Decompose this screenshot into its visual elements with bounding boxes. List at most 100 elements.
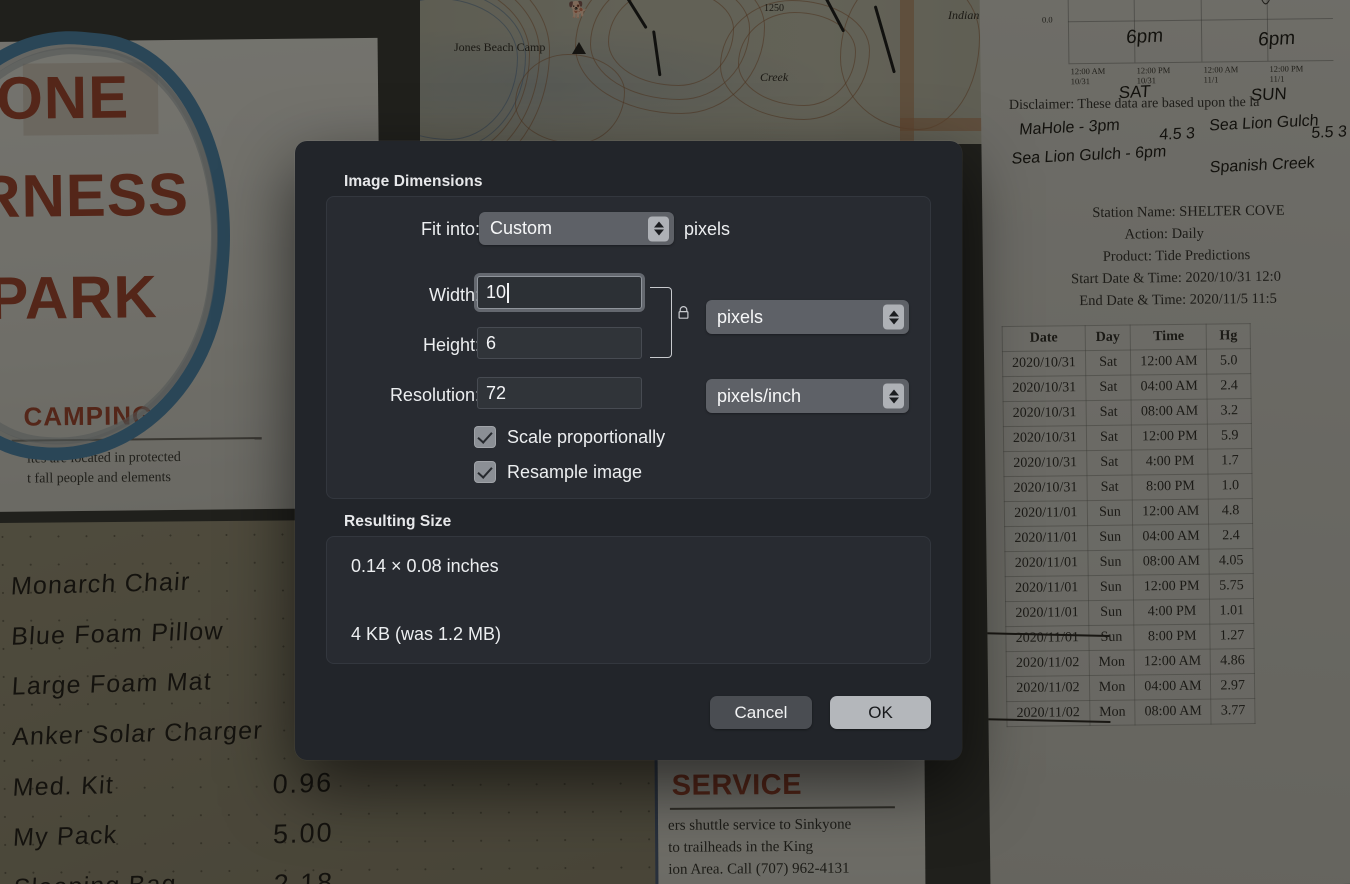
tide-note: 5.5 3 bbox=[1310, 123, 1348, 142]
scale-proportionally-checkbox[interactable] bbox=[474, 426, 496, 448]
table-row: 2020/10/31 Sat 12:00 AM 5.0 bbox=[1002, 348, 1251, 377]
resulting-size-group-title: Resulting Size bbox=[344, 513, 452, 530]
resolution-unit-value: pixels/inch bbox=[717, 385, 802, 406]
table-cell: 2020/11/02 bbox=[1006, 675, 1090, 702]
table-cell: 1.7 bbox=[1208, 448, 1252, 475]
dimension-unit-value: pixels bbox=[717, 306, 764, 327]
chart-y-tick: 0.0 bbox=[1041, 14, 1053, 25]
gear-item-name: My Pack bbox=[12, 821, 119, 852]
table-cell: Sun bbox=[1087, 525, 1134, 551]
tide-product: Product: Tide Predictions bbox=[1102, 247, 1251, 265]
table-cell: 04:00 AM bbox=[1134, 674, 1212, 701]
table-row: 2020/11/01 Sun 4:00 PM 1.01 bbox=[1005, 598, 1254, 627]
table-cell: 2020/11/02 bbox=[1006, 700, 1090, 727]
contour-line bbox=[738, 12, 856, 106]
campsite-marker-icon bbox=[572, 42, 586, 54]
table-row: 2020/11/02 Mon 12:00 AM 4.86 bbox=[1006, 648, 1255, 677]
table-row: 2020/11/01 Sun 12:00 AM 4.8 bbox=[1004, 498, 1253, 527]
table-cell: 12:00 AM bbox=[1130, 349, 1208, 376]
gear-item-value: 5.00 bbox=[272, 817, 335, 850]
table-cell: 2020/11/02 bbox=[1006, 650, 1090, 677]
text-caret bbox=[507, 282, 509, 303]
resolution-value: 72 bbox=[486, 382, 507, 403]
shuttle-service-flyer: SERVICE ers shuttle service to Sinkyone … bbox=[654, 754, 926, 884]
table-cell: Mon bbox=[1088, 650, 1135, 676]
tide-end-date: End Date & Time: 2020/11/5 11:5 bbox=[1079, 290, 1277, 310]
resulting-file-size: 4 KB (was 1.2 MB) bbox=[351, 624, 502, 644]
height-input[interactable]: 6 bbox=[477, 327, 642, 359]
tide-note: Sea Lion Gulch - 6pm bbox=[1011, 143, 1167, 168]
tide-note: Spanish Creek bbox=[1209, 154, 1316, 177]
table-header-row: Date Day Time Hg bbox=[1002, 323, 1251, 352]
table-cell: 2.4 bbox=[1209, 523, 1253, 550]
table-cell: 2020/10/31 bbox=[1003, 475, 1088, 502]
tide-disclaimer: Disclaimer: These data are based upon th… bbox=[1008, 94, 1260, 114]
map-label-elevation-1250: 1250 bbox=[764, 3, 784, 14]
table-cell: Sat bbox=[1085, 375, 1132, 401]
resample-image-label: Resample image bbox=[507, 461, 643, 482]
scale-proportionally-label: Scale proportionally bbox=[507, 426, 666, 447]
table-cell: 2020/10/31 bbox=[1002, 350, 1086, 377]
table-row: 2020/10/31 Sat 12:00 PM 5.9 bbox=[1003, 423, 1252, 452]
table-cell: 12:00 AM bbox=[1134, 649, 1211, 676]
contour-line bbox=[515, 54, 625, 144]
chart-annotation: 6pm bbox=[1257, 27, 1296, 51]
table-cell: 2020/11/01 bbox=[1004, 550, 1088, 577]
tide-note: Sea Lion Gulch bbox=[1208, 112, 1320, 135]
chart-x-tick: 12:00 AM 10/31 bbox=[1070, 65, 1106, 87]
gear-item-name: Sleeping Bag bbox=[13, 870, 178, 884]
table-cell: 8:00 PM bbox=[1134, 624, 1211, 651]
table-cell: Sat bbox=[1086, 450, 1133, 476]
table-cell: 5.9 bbox=[1207, 423, 1252, 450]
table-row: 2020/11/01 Sun 08:00 AM 4.05 bbox=[1004, 548, 1254, 577]
table-cell: Sun bbox=[1087, 575, 1134, 601]
table-cell: 4.05 bbox=[1209, 548, 1254, 575]
table-cell: 2020/11/01 bbox=[1005, 625, 1089, 652]
table-cell: 2020/11/01 bbox=[1004, 525, 1088, 552]
scale-proportionally-checkbox-row[interactable]: Scale proportionally bbox=[474, 426, 665, 448]
resolution-unit-stepper-icon[interactable] bbox=[883, 383, 904, 409]
table-cell: 12:00 PM bbox=[1133, 574, 1210, 601]
tide-note: 4.5 3 bbox=[1158, 125, 1196, 144]
dimension-unit-stepper-icon[interactable] bbox=[883, 304, 904, 330]
table-cell: Sat bbox=[1085, 350, 1131, 376]
flyer-line-3: ion Area. Call (707) 962-4131 bbox=[668, 860, 850, 878]
table-cell: 4:00 PM bbox=[1131, 449, 1209, 476]
cancel-button[interactable]: Cancel bbox=[710, 696, 812, 729]
gear-item-name: Large Foam Mat bbox=[10, 667, 213, 701]
fit-into-stepper-icon[interactable] bbox=[648, 216, 669, 241]
tide-station-name: Station Name: SHELTER COVE bbox=[1092, 202, 1285, 221]
chart-annotation: 6pm bbox=[1125, 25, 1164, 49]
table-cell: 2.4 bbox=[1207, 373, 1251, 400]
table-cell: 04:00 AM bbox=[1132, 524, 1210, 551]
dimension-unit-select[interactable]: pixels bbox=[706, 300, 909, 334]
resample-image-checkbox[interactable] bbox=[474, 461, 496, 483]
ok-button[interactable]: OK bbox=[830, 696, 931, 729]
table-row: 2020/10/31 Sat 4:00 PM 1.7 bbox=[1003, 448, 1252, 477]
table-cell: 3.2 bbox=[1207, 398, 1252, 425]
table-cell: Mon bbox=[1089, 675, 1135, 701]
resolution-input[interactable]: 72 bbox=[477, 377, 642, 409]
map-label-jones-beach-camp: Jones Beach Camp bbox=[454, 40, 546, 54]
table-row: 2020/10/31 Sat 8:00 PM 1.0 bbox=[1003, 473, 1253, 502]
resample-image-checkbox-row[interactable]: Resample image bbox=[474, 461, 642, 483]
table-cell: 4:00 PM bbox=[1133, 599, 1211, 626]
table-cell: 08:00 AM bbox=[1131, 399, 1208, 426]
table-cell: Sun bbox=[1088, 625, 1135, 651]
fit-into-select[interactable]: Custom bbox=[479, 212, 674, 245]
width-input[interactable]: 10 bbox=[477, 276, 642, 309]
table-cell: 1.0 bbox=[1208, 473, 1253, 500]
flyer-title: SERVICE bbox=[671, 768, 803, 802]
topographic-map: Jones Beach Camp Creek Indian 1250 🐕 bbox=[420, 0, 1000, 144]
gear-item-name: Monarch Chair bbox=[10, 567, 192, 601]
table-cell: 5.75 bbox=[1209, 573, 1254, 600]
flyer-divider bbox=[669, 806, 895, 810]
width-value: 10 bbox=[486, 282, 507, 302]
table-cell: Sun bbox=[1087, 500, 1133, 526]
table-cell: Sun bbox=[1087, 550, 1134, 576]
map-label-indian: Indian bbox=[948, 8, 980, 22]
table-row: 2020/11/01 Sun 04:00 AM 2.4 bbox=[1004, 523, 1253, 552]
table-cell: 08:00 AM bbox=[1134, 699, 1212, 726]
resolution-unit-select[interactable]: pixels/inch bbox=[706, 379, 909, 413]
table-cell: 3.77 bbox=[1211, 698, 1255, 725]
